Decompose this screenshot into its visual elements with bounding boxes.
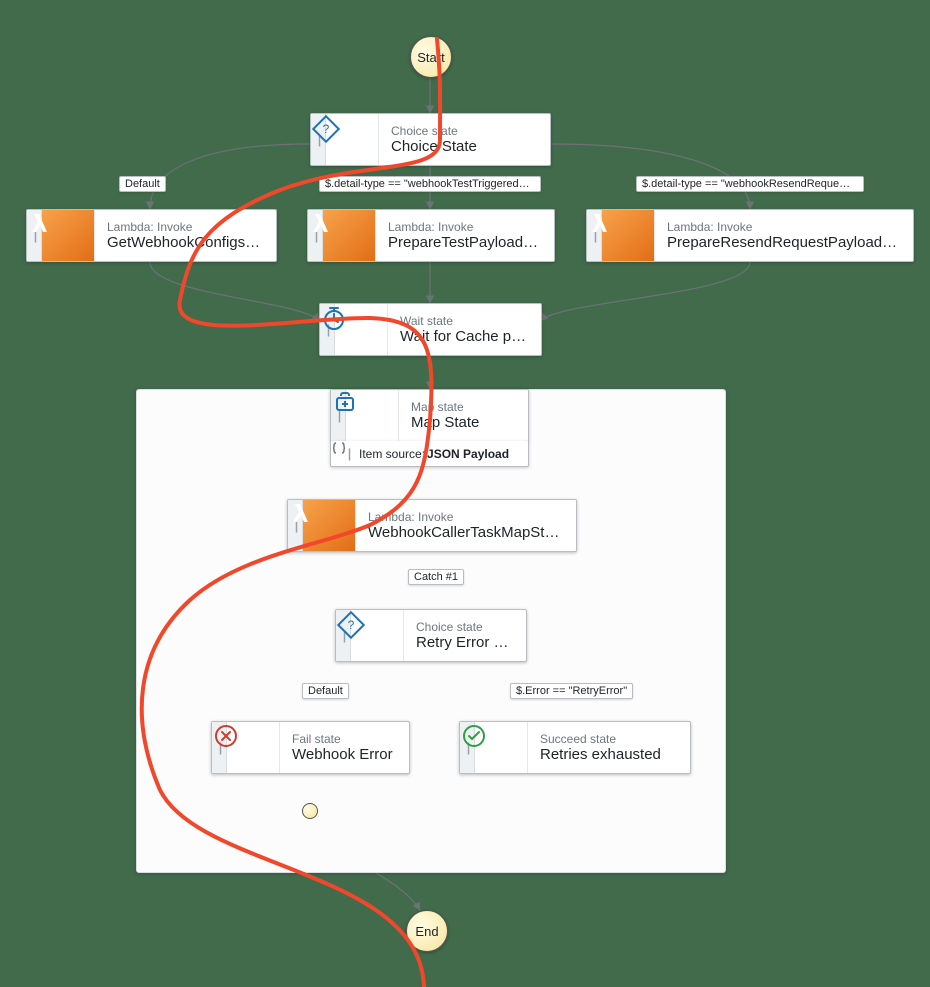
clock-icon [335,304,388,355]
map-icon [346,390,399,441]
node-kicker: Lambda: Invoke [107,220,264,234]
node-title: Wait for Cache purge [400,328,529,346]
node-kicker: Wait state [400,314,529,328]
node-kicker: Succeed state [540,732,678,746]
item-source-prefix: Item source: [359,447,425,461]
node-kicker: Lambda: Invoke [388,220,542,234]
node-title: Map State [411,414,516,432]
node-kicker: Fail state [292,732,397,746]
node-wait-cache-purge[interactable]: || Wait state Wait for Cache purge [319,303,542,356]
node-kicker: Choice state [391,124,538,138]
braces-icon [331,441,347,457]
node-choice-state[interactable]: || ? Choice state Choice State [310,113,551,166]
node-title: PrepareResendRequestPayloadTask [667,234,901,252]
lambda-icon [303,500,356,551]
join-node [302,803,318,819]
map-item-source[interactable]: || Item source: JSON Payload [330,441,529,467]
succeed-icon [475,722,528,773]
node-prepare-resend-payload[interactable]: || Lambda: Invoke PrepareResendRequestPa… [586,209,914,262]
start-label: Start [417,50,444,65]
fail-icon [227,722,280,773]
node-title: Choice State [391,138,538,156]
start-node[interactable]: Start [410,36,452,78]
node-map-state[interactable]: || Map state Map State [330,389,529,442]
node-kicker: Choice state [416,620,514,634]
lambda-icon [602,210,655,261]
end-node[interactable]: End [406,910,448,952]
node-title: WebhookCallerTaskMapState [368,524,564,542]
svg-text:?: ? [323,122,330,136]
node-get-webhook-configs[interactable]: || Lambda: Invoke GetWebhookConfigsTask [26,209,277,262]
edge-label-catch1: Catch #1 [408,569,464,585]
node-retry-error-catch[interactable]: || ? Choice state Retry Error Catch [335,609,527,662]
node-kicker: Map state [411,400,516,414]
edge-label-retry-error: $.Error == "RetryError" [510,683,633,699]
node-kicker: Lambda: Invoke [667,220,901,234]
svg-text:?: ? [348,618,355,632]
node-webhook-caller[interactable]: || Lambda: Invoke WebhookCallerTaskMapSt… [287,499,577,552]
end-label: End [415,924,438,939]
node-title: GetWebhookConfigsTask [107,234,264,252]
node-title: Retry Error Catch [416,634,514,652]
node-title: PrepareTestPayloadTask [388,234,542,252]
node-title: Retries exhausted [540,746,678,764]
node-title: Webhook Error [292,746,397,764]
node-webhook-error[interactable]: || Fail state Webhook Error [211,721,410,774]
lambda-icon [42,210,95,261]
choice-icon: ? [351,610,404,661]
item-source-value: JSON Payload [427,447,509,461]
stepfunctions-graph: Start End || ? Choice state Choice State… [0,0,930,987]
edge-label-resend-request: $.detail-type == "webhookResendReque… [636,176,864,192]
node-retries-exhausted[interactable]: || Succeed state Retries exhausted [459,721,691,774]
edge-label-default: Default [119,176,166,192]
node-prepare-test-payload[interactable]: || Lambda: Invoke PrepareTestPayloadTask [307,209,555,262]
choice-icon: ? [326,114,379,165]
lambda-icon [323,210,376,261]
node-kicker: Lambda: Invoke [368,510,564,524]
edge-label-test-triggered: $.detail-type == "webhookTestTriggered… [319,176,541,192]
edge-label-default-2: Default [302,683,349,699]
